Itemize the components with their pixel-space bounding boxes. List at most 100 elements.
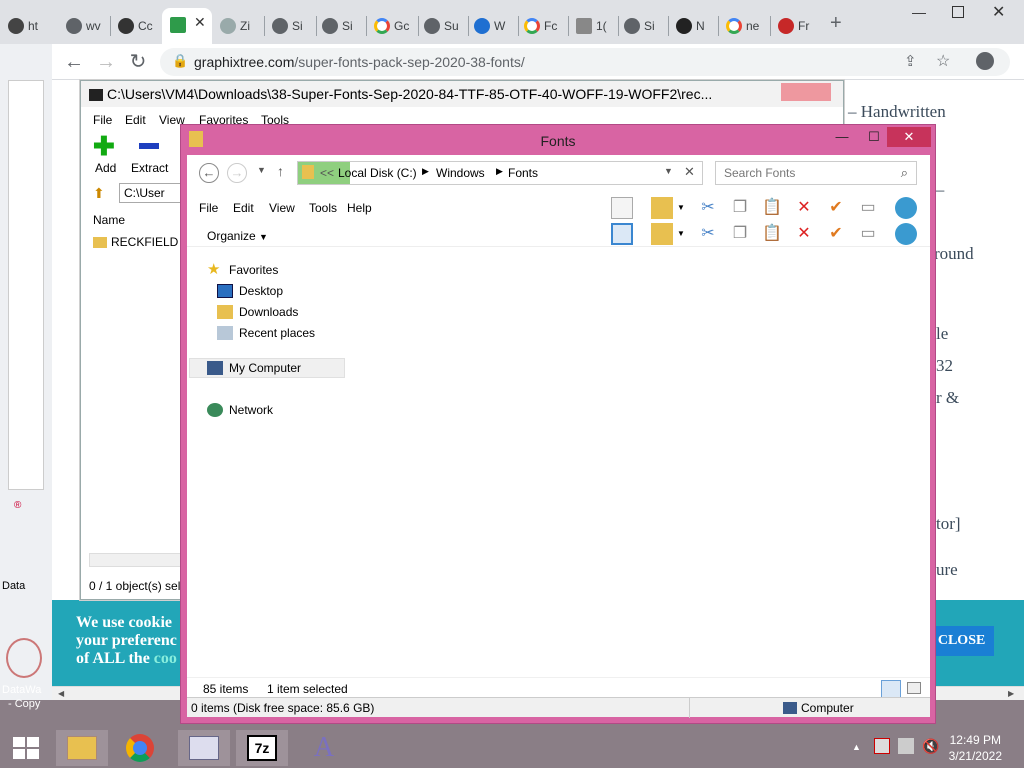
recent-locations-dropdown[interactable]: ▼ xyxy=(257,165,266,175)
browser-tab[interactable]: Gc xyxy=(374,12,409,40)
chevron-down-icon[interactable]: ▼ xyxy=(677,229,685,238)
file-list-item[interactable]: RECKFIELD xyxy=(93,235,178,249)
organize-button[interactable]: Organize ▼ xyxy=(207,229,268,243)
breadcrumb-windows[interactable]: Windows xyxy=(436,166,485,180)
file-list-area[interactable] xyxy=(347,247,930,677)
back-button[interactable]: ← xyxy=(199,163,219,183)
taskbar-7zip[interactable]: 7z xyxy=(236,730,288,766)
folder-options-icon[interactable] xyxy=(651,197,673,219)
chevron-down-icon[interactable]: ▼ xyxy=(677,203,685,212)
copy-icon[interactable]: ❐ xyxy=(729,223,751,245)
menu-file[interactable]: File xyxy=(199,201,218,215)
browser-tab[interactable]: 1( xyxy=(576,12,607,40)
browser-tab[interactable]: Si xyxy=(322,12,353,40)
network-status-icon[interactable] xyxy=(898,738,914,754)
checkmark-icon[interactable]: ✔ xyxy=(825,197,847,219)
taskbar-file-explorer[interactable] xyxy=(56,730,108,766)
browser-tab[interactable]: Su xyxy=(424,12,459,40)
nav-desktop[interactable]: Desktop xyxy=(217,284,283,298)
path-input[interactable]: C:\User xyxy=(119,183,183,203)
properties-icon[interactable]: ▭ xyxy=(857,197,879,219)
menu-tools[interactable]: Tools xyxy=(309,201,337,215)
details-view-icon[interactable] xyxy=(881,680,901,698)
clear-address-icon[interactable]: ✕ xyxy=(684,164,695,180)
browser-tab[interactable]: ht xyxy=(8,12,38,40)
properties-icon[interactable]: ▭ xyxy=(857,223,879,245)
menu-edit[interactable]: Edit xyxy=(233,201,254,215)
menu-help[interactable]: Help xyxy=(347,201,372,215)
cut-icon[interactable]: ✂ xyxy=(697,223,719,245)
delete-icon[interactable]: ✕ xyxy=(793,197,815,219)
globe-icon[interactable] xyxy=(895,223,917,245)
taskbar-font-app[interactable]: A xyxy=(298,730,350,766)
taskbar-app[interactable] xyxy=(178,730,230,766)
forward-button[interactable]: → xyxy=(94,50,118,74)
globe-icon[interactable] xyxy=(895,197,917,219)
browser-tab[interactable]: Zi xyxy=(220,12,250,40)
column-header-name[interactable]: Name xyxy=(93,213,125,227)
show-hidden-icons[interactable]: ▲ xyxy=(852,742,861,752)
url-text[interactable]: graphixtree.com/super-fonts-pack-sep-202… xyxy=(194,54,525,70)
add-button-label[interactable]: Add xyxy=(95,161,116,175)
browser-tab[interactable]: Fr xyxy=(778,12,809,40)
maximize-button[interactable]: ☐ xyxy=(859,127,889,147)
close-button[interactable] xyxy=(781,83,831,101)
menu-view[interactable]: View xyxy=(269,201,295,215)
search-icon[interactable]: ⌕ xyxy=(901,165,908,181)
up-button[interactable]: ↑ xyxy=(277,163,284,179)
browser-tab[interactable]: Fc xyxy=(524,12,557,40)
back-button[interactable]: ← xyxy=(62,50,86,74)
cookie-link[interactable]: coo xyxy=(154,650,177,667)
menu-file[interactable]: File xyxy=(93,113,112,127)
browser-tab[interactable]: Si xyxy=(272,12,303,40)
horizontal-scrollbar[interactable] xyxy=(89,553,181,567)
profile-icon[interactable] xyxy=(976,52,994,70)
close-tab-icon[interactable]: ✕ xyxy=(194,14,206,31)
minimize-button[interactable]: — xyxy=(912,4,926,20)
browser-tab[interactable]: W xyxy=(474,12,505,40)
clock[interactable]: 12:49 PM 3/21/2022 xyxy=(949,732,1002,764)
nav-downloads[interactable]: Downloads xyxy=(217,305,298,319)
url-bar[interactable]: 🔒 graphixtree.com/super-fonts-pack-sep-2… xyxy=(160,48,1010,76)
breadcrumb-fonts[interactable]: Fonts xyxy=(508,166,538,180)
browser-tab[interactable]: Si xyxy=(624,12,655,40)
start-button[interactable] xyxy=(0,730,52,766)
paste-icon[interactable]: 📋 xyxy=(761,223,783,245)
large-icons-view-icon[interactable] xyxy=(907,682,921,694)
share-icon[interactable]: ⇪ xyxy=(904,52,917,70)
active-tab[interactable]: ✕ xyxy=(162,8,212,44)
paste-icon[interactable]: 📋 xyxy=(761,197,783,219)
nav-my-computer[interactable]: My Computer xyxy=(207,361,301,375)
chevron-down-icon[interactable]: ▼ xyxy=(664,166,673,176)
add-icon[interactable]: ✚ xyxy=(93,133,117,159)
details-pane-icon[interactable] xyxy=(611,223,633,245)
minimize-button[interactable]: — xyxy=(827,127,857,147)
menu-edit[interactable]: Edit xyxy=(125,113,146,127)
bookmark-star-icon[interactable]: ☆ xyxy=(936,51,950,71)
folder-options-icon[interactable] xyxy=(651,223,673,245)
datawave-icon[interactable] xyxy=(6,638,42,678)
nav-network[interactable]: Network xyxy=(207,403,273,417)
forward-button[interactable]: → xyxy=(227,163,247,183)
checkmark-icon[interactable]: ✔ xyxy=(825,223,847,245)
breadcrumb-overflow[interactable]: << xyxy=(320,166,334,180)
action-center-icon[interactable] xyxy=(874,738,890,754)
address-breadcrumb[interactable]: << Local Disk (C:) ▶ Windows ▶ Fonts ▼ ✕ xyxy=(297,161,703,185)
close-window-button[interactable]: ✕ xyxy=(992,2,1005,22)
browser-tab[interactable]: ne xyxy=(726,12,759,40)
browser-tab[interactable]: wv xyxy=(66,12,101,40)
browser-tab[interactable]: N xyxy=(676,12,705,40)
cut-icon[interactable]: ✂ xyxy=(697,197,719,219)
close-button[interactable]: ✕ xyxy=(887,127,931,147)
nav-favorites[interactable]: ★ Favorites xyxy=(207,262,278,277)
extract-button-label[interactable]: Extract xyxy=(131,161,168,175)
reload-button[interactable]: ↻ xyxy=(126,50,150,74)
new-tab-button[interactable]: + xyxy=(830,12,842,35)
browser-tab[interactable]: Cc xyxy=(118,12,153,40)
nav-recent-places[interactable]: Recent places xyxy=(217,326,315,340)
taskbar-chrome[interactable] xyxy=(114,730,166,766)
maximize-button[interactable] xyxy=(952,6,964,18)
volume-muted-icon[interactable]: 🔇 xyxy=(922,738,939,755)
copy-icon[interactable]: ❐ xyxy=(729,197,751,219)
breadcrumb-local-disk[interactable]: Local Disk (C:) xyxy=(338,166,417,180)
